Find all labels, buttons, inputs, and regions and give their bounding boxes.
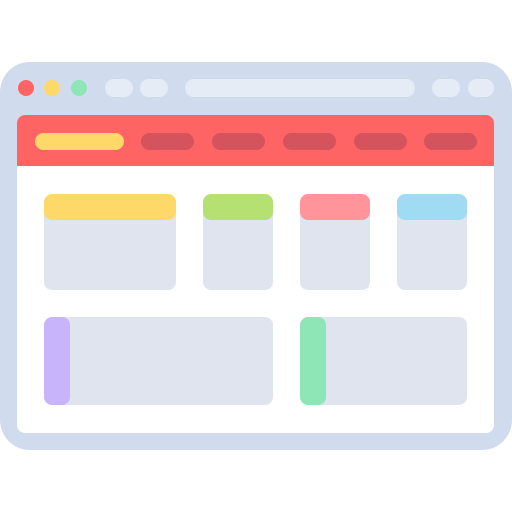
- content-card[interactable]: [44, 194, 176, 290]
- close-window-dot[interactable]: [18, 80, 34, 96]
- nav-item[interactable]: [354, 133, 407, 150]
- forward-button[interactable]: [140, 79, 168, 97]
- back-button[interactable]: [105, 79, 133, 97]
- card-header: [44, 194, 176, 220]
- content-card[interactable]: [203, 194, 273, 290]
- panel-accent-bar: [44, 317, 70, 405]
- browser-menu-button[interactable]: [468, 79, 494, 97]
- card-header: [397, 194, 467, 220]
- nav-item-active[interactable]: [35, 133, 124, 150]
- content-card[interactable]: [300, 194, 370, 290]
- wide-content-panel[interactable]: [300, 317, 467, 405]
- maximize-window-dot[interactable]: [71, 80, 87, 96]
- content-card[interactable]: [397, 194, 467, 290]
- nav-item[interactable]: [283, 133, 336, 150]
- browser-illustration: [0, 0, 512, 512]
- wide-content-panel[interactable]: [44, 317, 273, 405]
- page-viewport: [17, 115, 494, 433]
- site-header-bar: [17, 115, 494, 166]
- browser-action-button[interactable]: [432, 79, 460, 97]
- panel-accent-bar: [300, 317, 326, 405]
- address-bar[interactable]: [185, 79, 415, 97]
- card-header: [300, 194, 370, 220]
- nav-item[interactable]: [141, 133, 194, 150]
- minimize-window-dot[interactable]: [44, 80, 60, 96]
- card-header: [203, 194, 273, 220]
- nav-item[interactable]: [212, 133, 265, 150]
- nav-item[interactable]: [424, 133, 477, 150]
